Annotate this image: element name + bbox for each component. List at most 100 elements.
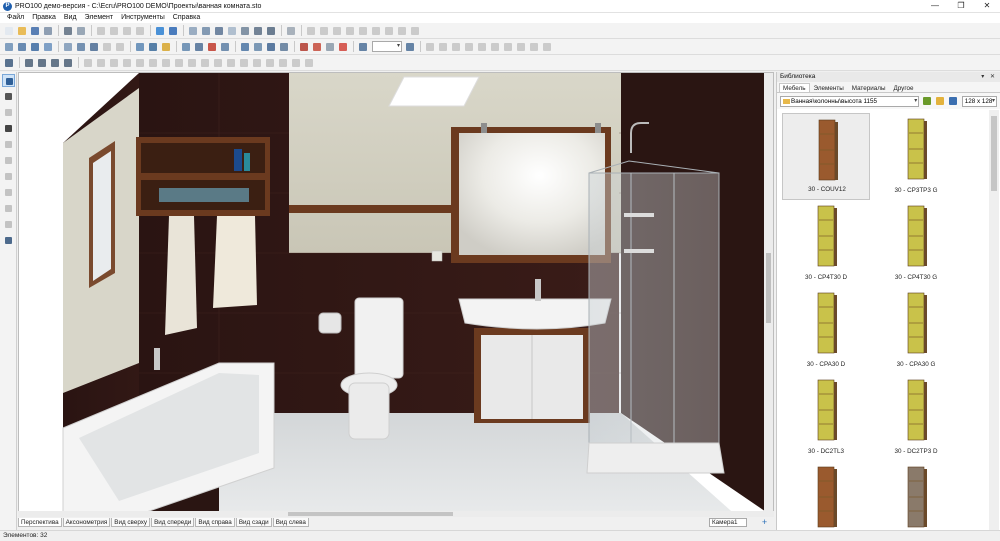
favorite-icon[interactable] [935, 96, 945, 106]
undo-icon[interactable] [154, 25, 166, 37]
open-file-icon[interactable] [16, 25, 28, 37]
edge-7-icon[interactable] [160, 57, 172, 69]
distribute-v-icon[interactable] [396, 25, 408, 37]
edge-15-icon[interactable] [264, 57, 276, 69]
draw-tool-icon[interactable] [2, 106, 15, 119]
edge-12-icon[interactable] [225, 57, 237, 69]
edge-2-icon[interactable] [95, 57, 107, 69]
edge-4-icon[interactable] [121, 57, 133, 69]
edge-9-icon[interactable] [186, 57, 198, 69]
view-solid-icon[interactable] [16, 41, 28, 53]
lighting-icon[interactable] [147, 41, 159, 53]
tab-furniture[interactable]: Мебель [779, 83, 810, 92]
edge-6-icon[interactable] [147, 57, 159, 69]
grid-icon[interactable] [206, 41, 218, 53]
zoom-tool-icon[interactable] [2, 234, 15, 247]
align-left-icon[interactable] [305, 25, 317, 37]
maximize-button[interactable]: ❐ [948, 0, 974, 13]
align-bottom-icon[interactable] [370, 25, 382, 37]
select-side-icon[interactable] [88, 41, 100, 53]
copy-icon[interactable] [108, 25, 120, 37]
print-preview-icon[interactable] [75, 25, 87, 37]
scrollbar-thumb[interactable] [991, 116, 997, 191]
menu-element[interactable]: Элемент [81, 13, 118, 23]
view-shaded-icon[interactable] [29, 41, 41, 53]
distribute-icon[interactable] [383, 25, 395, 37]
layers-icon[interactable] [226, 25, 238, 37]
edge-14-icon[interactable] [251, 57, 263, 69]
cut-icon[interactable] [95, 25, 107, 37]
print-icon[interactable] [62, 25, 74, 37]
fit-icon[interactable] [528, 41, 540, 53]
shadow-icon[interactable] [180, 41, 192, 53]
edge-3-icon[interactable] [108, 57, 120, 69]
align-right-icon[interactable] [331, 25, 343, 37]
show-icon[interactable] [114, 41, 126, 53]
nudge-right-icon[interactable] [437, 41, 449, 53]
scale-icon[interactable] [278, 41, 290, 53]
brush-2-icon[interactable] [2, 202, 15, 215]
align-center-icon[interactable] [318, 25, 330, 37]
3d-viewport[interactable] [18, 72, 774, 517]
tab-elements[interactable]: Элементы [810, 83, 848, 92]
tab-perspective[interactable]: Перспектива [18, 518, 62, 527]
hide-icon[interactable] [101, 41, 113, 53]
pencil-icon[interactable] [62, 57, 74, 69]
nudge-up-icon[interactable] [450, 41, 462, 53]
tab-axonometry[interactable]: Аксонометрия [62, 518, 111, 527]
nudge-back-icon[interactable] [489, 41, 501, 53]
save-icon[interactable] [29, 25, 41, 37]
stop-icon[interactable] [337, 41, 349, 53]
zoom-icon[interactable] [357, 41, 369, 53]
dimension-icon[interactable] [193, 41, 205, 53]
nudge-left-icon[interactable] [424, 41, 436, 53]
materials-icon[interactable] [239, 25, 251, 37]
brush-icon[interactable] [2, 186, 15, 199]
nudge-down-icon[interactable] [463, 41, 475, 53]
render-icon[interactable] [134, 41, 146, 53]
edge-5-icon[interactable] [134, 57, 146, 69]
magnet-icon[interactable] [298, 41, 310, 53]
export-icon[interactable] [42, 25, 54, 37]
folder-up-icon[interactable] [922, 96, 932, 106]
library-item[interactable]: 30 - CP3TP3 G [872, 113, 960, 200]
library-item[interactable]: 30 - CPA30 G [872, 287, 960, 374]
tab-other[interactable]: Другое [889, 83, 917, 92]
minimize-button[interactable]: — [922, 0, 948, 13]
thumbnail-size-combo[interactable]: 128 x 128 [961, 95, 998, 107]
bucket-icon[interactable] [2, 138, 15, 151]
menu-help[interactable]: Справка [169, 13, 204, 23]
edge-11-icon[interactable] [212, 57, 224, 69]
library-header-controls[interactable]: ▾ ✕ [981, 72, 997, 82]
eye-icon[interactable] [219, 41, 231, 53]
library-item[interactable]: 30 - DC2TP3 D [872, 374, 960, 461]
scrollbar-thumb[interactable] [766, 253, 771, 323]
scrollbar-thumb[interactable] [288, 512, 453, 516]
select-front-icon[interactable] [62, 41, 74, 53]
grid-snap-icon[interactable] [3, 57, 15, 69]
new-file-icon[interactable] [3, 25, 15, 37]
ungroup-icon[interactable] [213, 25, 225, 37]
tab-right-view[interactable]: Вид справа [195, 518, 235, 527]
eyedropper-icon[interactable] [2, 122, 15, 135]
paste-icon[interactable] [121, 25, 133, 37]
edge-1-icon[interactable] [82, 57, 94, 69]
edge-8-icon[interactable] [173, 57, 185, 69]
tab-top-view[interactable]: Вид сверху [111, 518, 151, 527]
edge-13-icon[interactable] [238, 57, 250, 69]
calc-icon[interactable] [265, 25, 277, 37]
viewport-vertical-scrollbar[interactable] [764, 73, 773, 511]
spread-icon[interactable] [541, 41, 553, 53]
paint-icon[interactable] [2, 170, 15, 183]
library-item[interactable]: 30 - DC2TL3 [782, 374, 870, 461]
pin-icon[interactable] [49, 57, 61, 69]
redo-icon[interactable] [167, 25, 179, 37]
library-scrollbar[interactable] [989, 110, 999, 530]
add-camera-icon[interactable]: + [760, 518, 769, 527]
library-item[interactable]: 30 - CP4T30 D [782, 200, 870, 287]
rotate-tool-icon[interactable] [36, 57, 48, 69]
edge-10-icon[interactable] [199, 57, 211, 69]
library-item[interactable] [782, 461, 870, 530]
zoom-combo[interactable] [372, 41, 402, 52]
same-size-icon[interactable] [409, 25, 421, 37]
